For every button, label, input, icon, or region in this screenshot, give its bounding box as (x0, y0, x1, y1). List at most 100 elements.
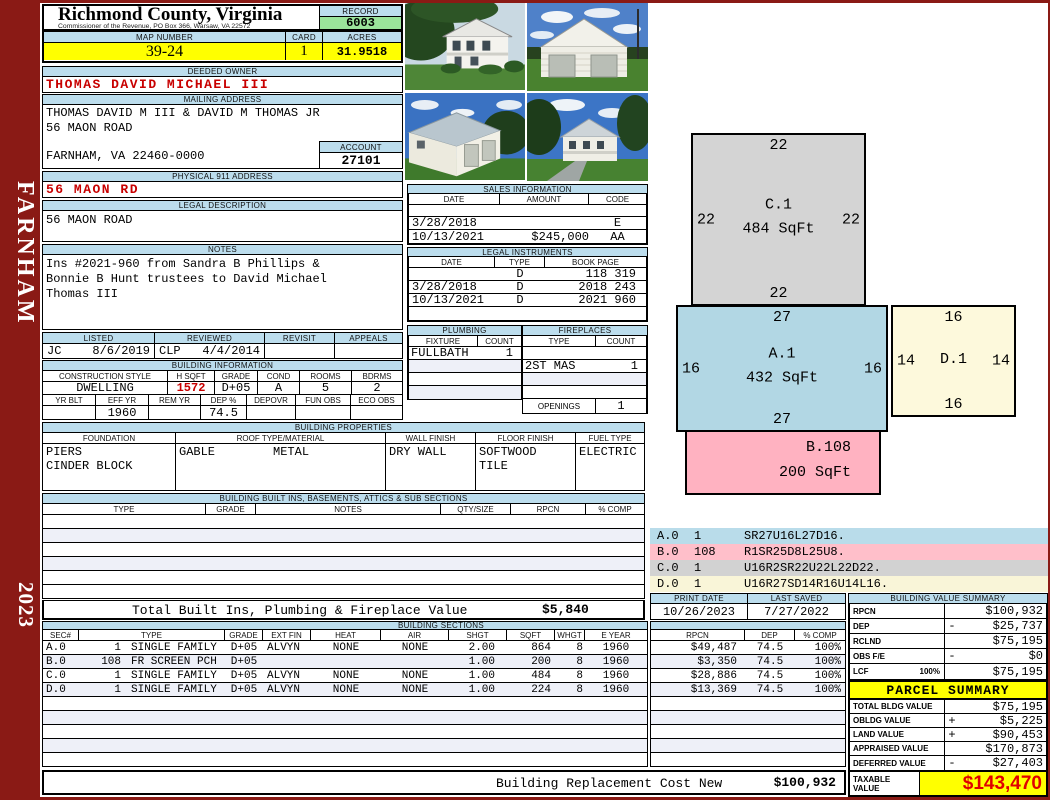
building-info-panel: BUILDING INFORMATION CONSTRUCTION STYLE … (42, 360, 403, 420)
section-air: NONE (401, 669, 429, 682)
plumbing-header: PLUMBING (407, 325, 522, 336)
section-rpcn: $3,350 (697, 655, 737, 668)
acres-header: ACRES (323, 32, 401, 43)
section-shgt: 1.00 (468, 683, 495, 696)
wall-finish-value: DRY WALL (386, 444, 476, 490)
section-sqft: 864 (531, 641, 551, 654)
dim-bottom: 27 (772, 411, 791, 428)
instrument-row: D 118 319 (409, 268, 646, 281)
value-operator (945, 664, 959, 679)
instrument-type-header: TYPE (495, 257, 545, 267)
county-title: Richmond County, Virginia (58, 4, 283, 25)
section-dep: 74.5 (756, 669, 784, 682)
print-date-value: 10/26/2023 (650, 604, 748, 620)
code-count: 1 (694, 577, 702, 591)
fixture-count (478, 386, 521, 399)
section-id: C.0 (46, 669, 66, 682)
section-grade: D+05 (230, 683, 258, 696)
fixture-name (409, 360, 478, 372)
instrument-date-header: DATE (409, 257, 495, 267)
building-section-row: C.0 1 SINGLE FAMILY D+05 ALVYN NONE NONE… (43, 669, 647, 683)
instrument-date: 10/13/2021 (412, 294, 485, 306)
parcel-amount: $5,225 (999, 714, 1043, 727)
section-type: FR SCREEN PCH (131, 655, 217, 668)
replacement-cost-row: Building Replacement Cost New $100,932 (42, 770, 846, 795)
sale-date (409, 205, 500, 216)
taxable-value-label: TAXABLE VALUE (848, 771, 920, 797)
value-label: LCF 100% (850, 664, 945, 679)
dim-top: 27 (772, 309, 791, 326)
section-eyear: 1960 (602, 641, 630, 654)
grade-value: D+05 (215, 382, 258, 394)
taxable-value-amount: $143,470 (920, 771, 1048, 797)
remyr-header: REM YR (149, 395, 201, 405)
parcel-amount: $75,195 (992, 700, 1043, 713)
section-air: NONE (401, 683, 429, 696)
code-count: 108 (694, 545, 716, 559)
mailing-panel: MAILING ADDRESS THOMAS DAVID M III & DAV… (42, 94, 403, 169)
value-summary-row: DEP - $25,737 (850, 619, 1046, 634)
physical-address-panel: PHYSICAL 911 ADDRESS 56 MAON RD (42, 171, 403, 198)
parcel-operator: + (948, 714, 956, 727)
sale-amount (500, 217, 589, 229)
print-date-header: PRINT DATE (650, 593, 748, 604)
section-extfin: ALVYN (267, 683, 301, 696)
value-amount: $100,932 (985, 604, 1043, 618)
section-sqft: 200 SqFt (778, 463, 851, 481)
roof-type-value: GABLE (179, 445, 216, 459)
hsqft-header: H SQFT (168, 371, 215, 381)
value-label: DEP (850, 619, 945, 633)
ecoobs-value (351, 406, 402, 419)
mailing-body: THOMAS DAVID M III & DAVID M THOMAS JR 5… (42, 105, 403, 169)
rooms-value: 5 (300, 382, 352, 394)
sales-header: SALES INFORMATION (407, 184, 648, 194)
fireplace-row (523, 386, 646, 399)
parcel-label: LAND VALUE (850, 728, 945, 741)
account-header: ACCOUNT (320, 142, 402, 153)
deeded-owner-name: THOMAS DAVID MICHAEL III (42, 77, 403, 93)
fireplace-type: 2ST MAS (525, 360, 576, 372)
property-record-card: FARNHAM 2023 Richmond County, Virginia C… (0, 0, 1050, 800)
section-label: B.108 200 SqFt (687, 434, 879, 485)
parcel-row: OBLDG VALUE + $5,225 (850, 714, 1046, 728)
sketch-code-row: D.0 1 U16R27SD14R16U14L16. (650, 576, 1048, 592)
value-amount: $25,737 (992, 619, 1043, 633)
map-number-header: MAP NUMBER (44, 32, 286, 43)
section-value-empty-row (651, 711, 845, 725)
built-ins-empty-row (43, 557, 644, 571)
plumbing-row: FULLBATH 1 (409, 347, 521, 360)
review-panel: LISTED REVIEWED REVISIT APPEALS JC 8/6/2… (42, 332, 403, 359)
fireplace-row (523, 373, 646, 386)
section-heat: NONE (332, 669, 360, 682)
section-comp: 100% (814, 641, 841, 654)
instrument-empty-row (409, 307, 646, 320)
fireplace-type (523, 386, 596, 398)
physical-address-value: 56 MAON RD (42, 182, 403, 198)
depovr-value (247, 406, 296, 419)
property-photo-garage (527, 3, 648, 91)
building-value-summary: BUILDING VALUE SUMMARY RPCN $100,932 DEP… (848, 593, 1048, 680)
section-heat: NONE (332, 683, 360, 696)
total-built-ins-label: Total Built Ins, Plumbing & Fireplace Va… (132, 603, 468, 618)
parcel-row: DEFERRED VALUE - $27,403 (850, 756, 1046, 770)
fixture-count (478, 360, 521, 372)
mailing-line2: 56 MAON ROAD (46, 121, 133, 135)
listed-value: JC 8/6/2019 (43, 344, 155, 358)
parcel-amount: $27,403 (992, 756, 1043, 770)
built-ins-empty-row (43, 571, 644, 585)
district-label: FARNHAM (12, 180, 38, 326)
section-type: SINGLE FAMILY (131, 683, 217, 696)
built-ins-empty-row (43, 515, 644, 529)
value-label-text: OBS F/E (853, 651, 886, 661)
building-properties-header: BUILDING PROPERTIES (42, 422, 645, 433)
section-id: A.0 (46, 641, 66, 654)
property-photo-house-front (405, 3, 525, 91)
fireplace-type-header: TYPE (523, 336, 596, 346)
parcel-amount: $170,873 (985, 742, 1043, 755)
plumbing-row (409, 373, 521, 386)
section-heat (311, 655, 381, 668)
dim-bottom: 22 (769, 285, 788, 302)
revisit-header: REVISIT (265, 333, 335, 344)
built-ins-grade-header: GRADE (206, 504, 256, 514)
dep-pct-header: DEP % (201, 395, 247, 405)
